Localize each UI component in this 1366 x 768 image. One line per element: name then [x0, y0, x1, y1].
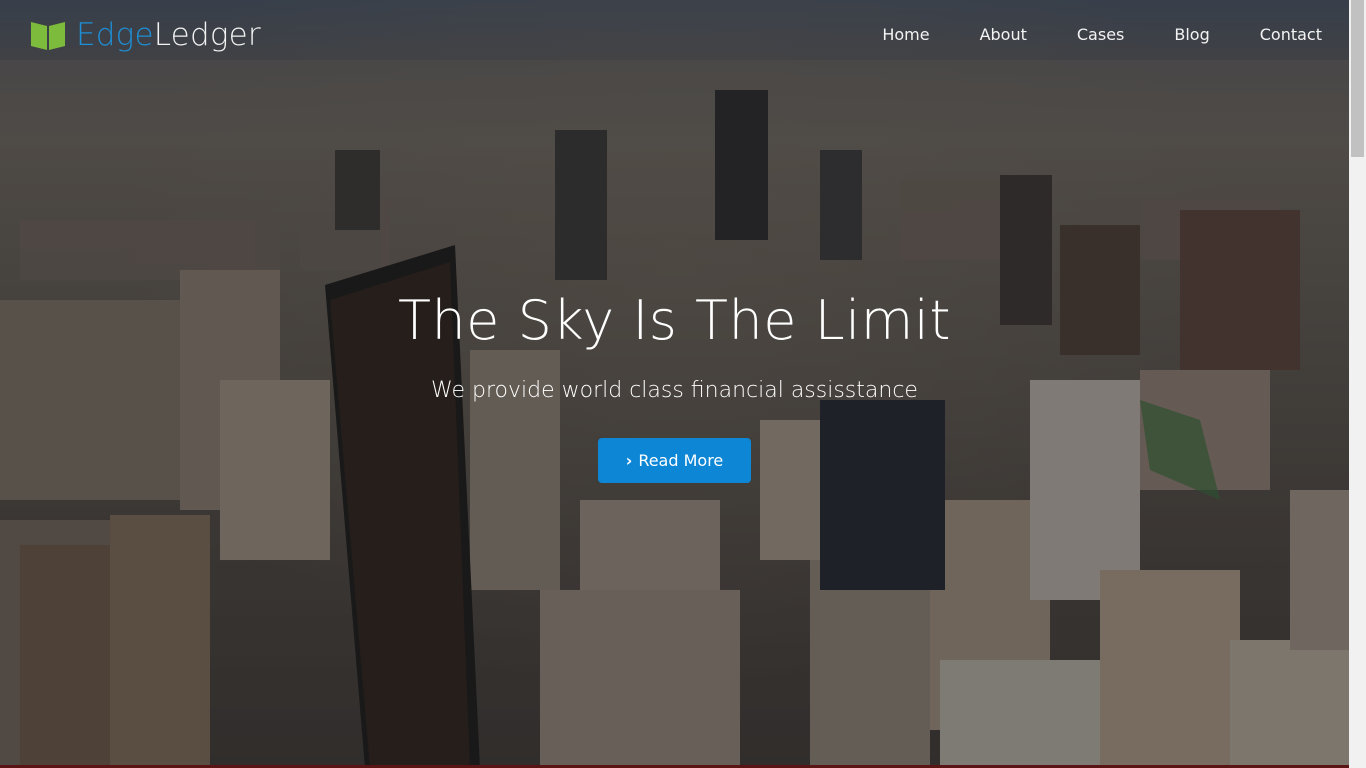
nav-home[interactable]: Home	[882, 23, 929, 47]
chevron-right-icon: ›	[625, 451, 633, 470]
brand-name-ledger: Ledger	[153, 17, 261, 53]
read-more-label: Read More	[638, 451, 724, 470]
nav-blog[interactable]: Blog	[1174, 23, 1209, 47]
main-nav: Home About Cases Blog Contact	[832, 23, 1322, 47]
hero-subtitle: We provide world class financial assisst…	[431, 378, 918, 403]
scrollbar-thumb[interactable]	[1351, 0, 1364, 157]
brand-logo[interactable]: EdgeLedger	[30, 16, 261, 54]
hero-headline: The Sky Is The Limit	[397, 289, 952, 352]
read-more-button[interactable]: › Read More	[598, 438, 751, 483]
hero-section: EdgeLedger Home About Cases Blog Contact…	[0, 0, 1349, 768]
book-icon	[31, 22, 65, 50]
nav-about[interactable]: About	[980, 23, 1027, 47]
brand-name-edge: Edge	[76, 17, 154, 53]
nav-contact[interactable]: Contact	[1260, 23, 1322, 47]
nav-cases[interactable]: Cases	[1077, 23, 1125, 47]
navbar: EdgeLedger Home About Cases Blog Contact	[0, 0, 1349, 70]
brand-name: EdgeLedger	[76, 16, 261, 54]
